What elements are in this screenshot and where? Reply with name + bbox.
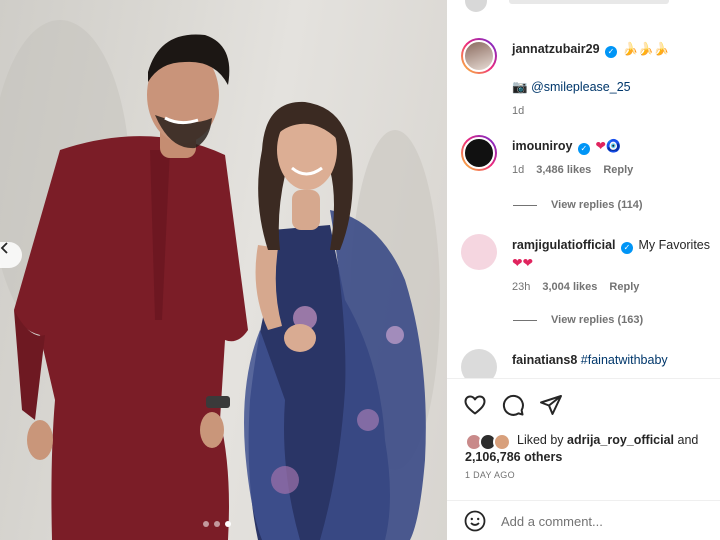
- comment-item: jannatzubair29 ✓ 🍌🍌🍌 📷 @smileplease_25 1…: [461, 38, 711, 118]
- view-replies-label: View replies (163): [551, 314, 644, 326]
- avatar[interactable]: [461, 349, 497, 378]
- share-button[interactable]: [539, 393, 563, 417]
- avatar[interactable]: [461, 234, 497, 270]
- comment-username[interactable]: fainatians8: [512, 353, 577, 367]
- verified-badge-icon: ✓: [605, 46, 618, 58]
- comment-username[interactable]: ramjigulatiofficial: [512, 238, 616, 252]
- partial-caption: [509, 0, 669, 4]
- partial-avatar: [465, 0, 487, 12]
- comment-likes[interactable]: 3,004 likes: [542, 278, 597, 296]
- post-actions: Liked by adrija_roy_official and 2,106,7…: [447, 378, 720, 540]
- carousel-dot: [203, 521, 209, 527]
- camera-icon: 📷: [512, 79, 528, 94]
- comment-input[interactable]: [501, 511, 701, 531]
- comment-likes[interactable]: 3,486 likes: [536, 161, 591, 179]
- likes-summary: Liked by adrija_roy_official and 2,106,7…: [465, 432, 715, 466]
- paper-plane-icon: [540, 395, 562, 415]
- like-button[interactable]: [463, 393, 487, 417]
- avatar[interactable]: [461, 135, 497, 171]
- divider: [513, 204, 537, 206]
- carousel-dot: [214, 521, 220, 527]
- comments-list[interactable]: jannatzubair29 ✓ 🍌🍌🍌 📷 @smileplease_25 1…: [447, 0, 720, 378]
- view-replies-button[interactable]: View replies (163): [513, 314, 643, 326]
- divider: [513, 319, 537, 321]
- comment-time: 1d: [512, 105, 525, 117]
- smiley-icon: [464, 510, 486, 532]
- comment-item: ramjigulatiofficial ✓ My Favorites ❤❤ 23…: [461, 234, 711, 298]
- liked-avatars: [465, 433, 513, 451]
- avatar: [493, 433, 511, 451]
- comment-item: fainatians8 #fainatwithbaby: [461, 349, 711, 378]
- reply-button[interactable]: Reply: [603, 161, 633, 179]
- photo-illustration: [0, 20, 440, 540]
- avatar[interactable]: [461, 38, 497, 74]
- view-replies-button[interactable]: View replies (114): [513, 199, 643, 211]
- liked-by-user[interactable]: adrija_roy_official: [567, 433, 674, 447]
- post-side-panel: jannatzubair29 ✓ 🍌🍌🍌 📷 @smileplease_25 1…: [447, 0, 720, 540]
- comment-text: 🍌🍌🍌: [622, 41, 670, 56]
- verified-badge-icon: ✓: [577, 143, 590, 155]
- comment-time: 1d: [512, 164, 525, 176]
- comment-text: ❤🧿: [595, 138, 622, 153]
- liked-by-connector: and: [674, 433, 699, 447]
- comment-username[interactable]: jannatzubair29: [512, 42, 600, 56]
- comment-item: imouniroy ✓ ❤🧿 1d 3,486 likes Reply: [461, 135, 711, 185]
- add-comment-bar: [447, 500, 720, 540]
- hashtag-link[interactable]: #fainatwithbaby: [581, 353, 668, 367]
- reply-button[interactable]: Reply: [609, 278, 639, 296]
- chevron-left-icon: [0, 242, 8, 254]
- heart-icon: [464, 395, 486, 415]
- carousel-indicator: [203, 521, 231, 527]
- post-date[interactable]: 1 DAY AGO: [465, 470, 515, 480]
- mention-link[interactable]: @smileplease_25: [531, 80, 631, 94]
- liked-by-prefix: Liked by: [517, 433, 568, 447]
- comment-button[interactable]: [501, 393, 525, 417]
- verified-badge-icon: ✓: [620, 242, 633, 254]
- carousel-dot-active: [225, 521, 231, 527]
- comment-time: 23h: [512, 281, 531, 293]
- post-photo: [0, 0, 447, 540]
- comment-icon: [502, 394, 524, 416]
- comment-username[interactable]: imouniroy: [512, 139, 572, 153]
- view-replies-label: View replies (114): [551, 199, 643, 211]
- comment-emoji: ❤❤: [512, 255, 533, 270]
- comment-text: My Favorites: [638, 238, 711, 252]
- emoji-button[interactable]: [463, 509, 487, 533]
- likes-count-link[interactable]: 2,106,786 others: [465, 450, 562, 464]
